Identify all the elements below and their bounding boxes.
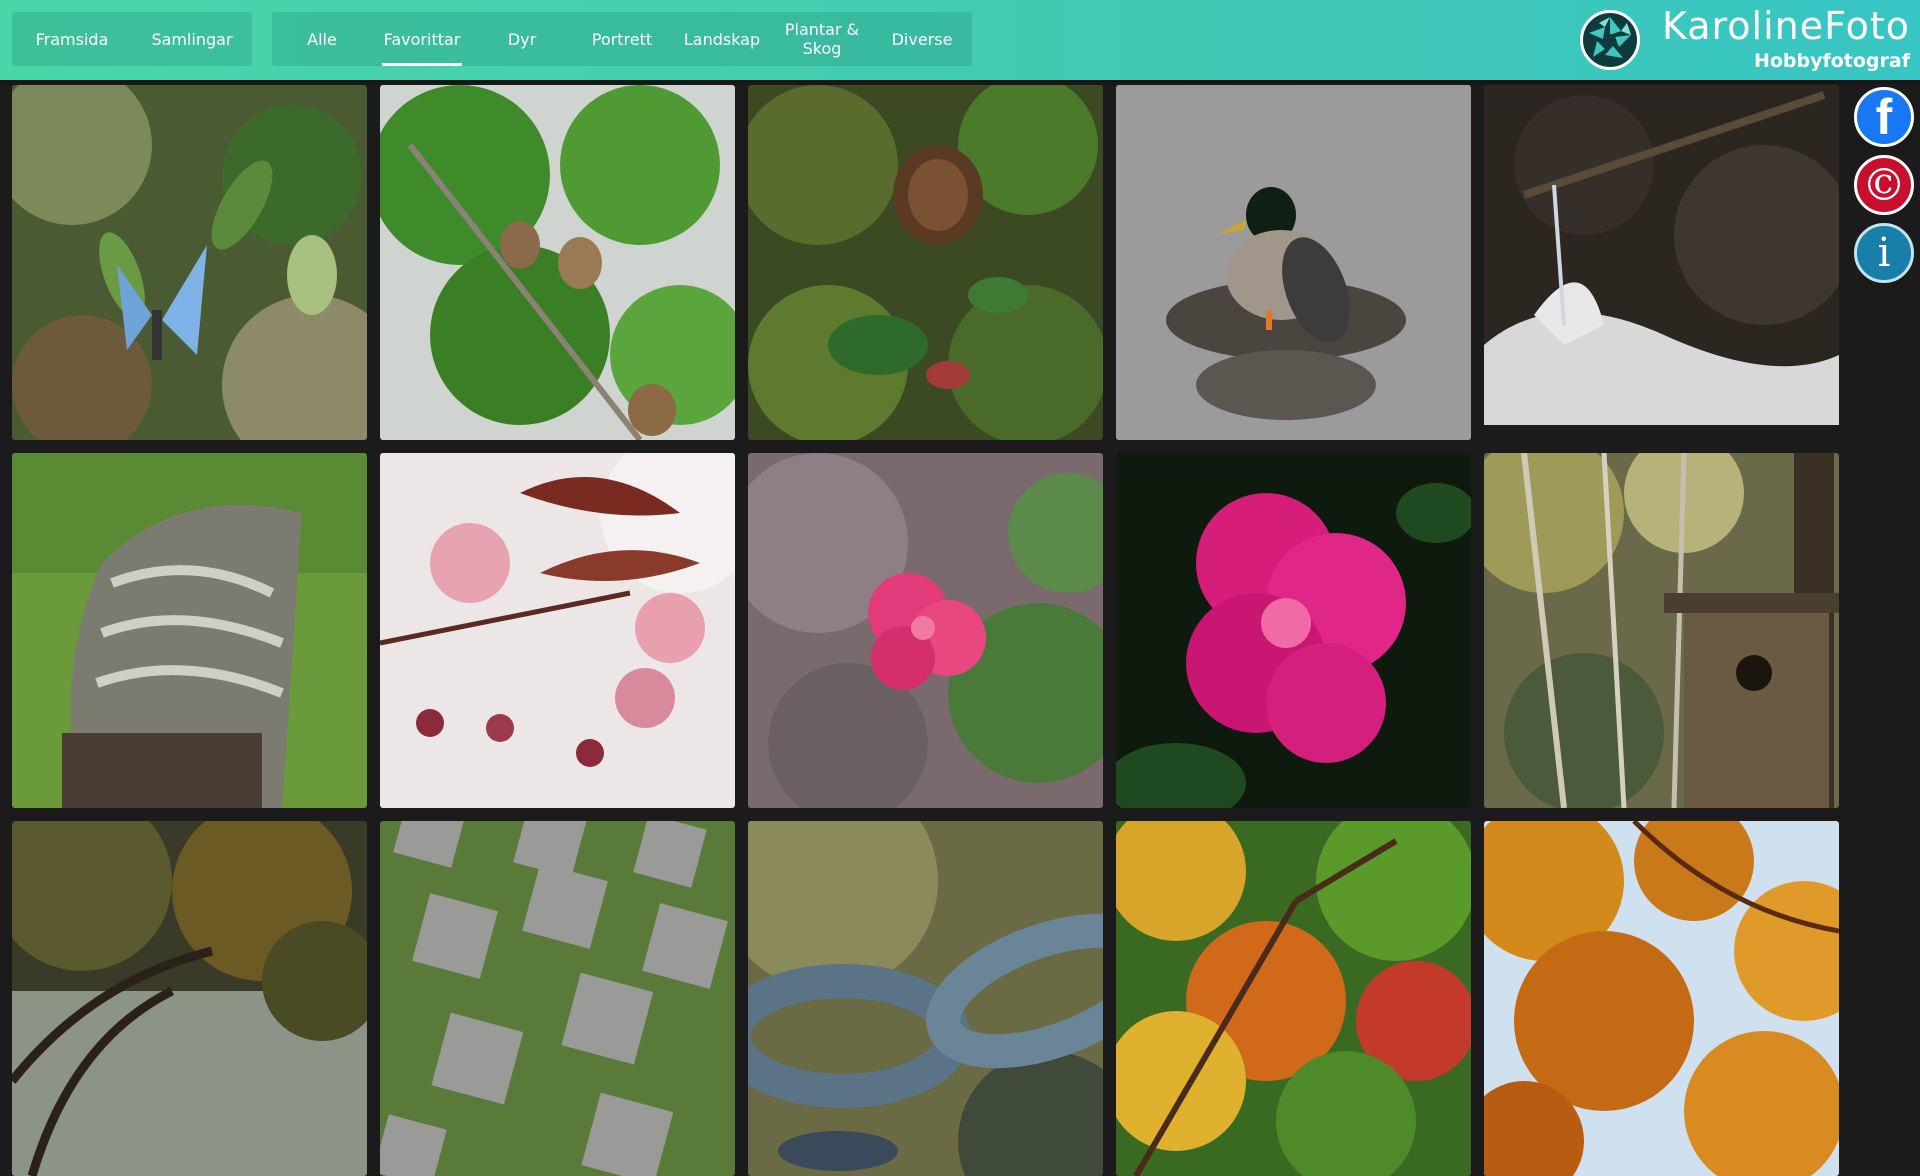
- facebook-icon[interactable]: f: [1854, 87, 1914, 147]
- photo-duck-on-rock[interactable]: [1116, 85, 1471, 440]
- photo-birdhouse[interactable]: [1484, 453, 1839, 808]
- tab-diverse[interactable]: Diverse: [872, 12, 972, 66]
- photo-tree-by-lake[interactable]: [12, 821, 367, 1176]
- photo-paving-moss[interactable]: [380, 821, 735, 1176]
- photo-waterfall[interactable]: [1484, 85, 1839, 440]
- category-nav: Alle Favorittar Dyr Portrett Landskap Pl…: [272, 12, 972, 66]
- primary-nav: Framsida Samlingar: [12, 12, 252, 66]
- tab-dyr[interactable]: Dyr: [472, 12, 572, 66]
- tab-favorittar[interactable]: Favorittar: [372, 12, 472, 66]
- photo-rhododendron[interactable]: [1116, 453, 1471, 808]
- nav-samlingar[interactable]: Samlingar: [132, 12, 252, 66]
- tab-alle[interactable]: Alle: [272, 12, 372, 66]
- site-subtitle: Hobbyfotograf: [1753, 50, 1910, 72]
- social-sidebar: f © i: [1852, 85, 1920, 291]
- photo-cherry-blossom[interactable]: [380, 453, 735, 808]
- photo-orange-canopy[interactable]: [1484, 821, 1839, 1176]
- photo-butterfly[interactable]: [12, 85, 367, 440]
- tab-plantar-skog[interactable]: Plantar & Skog: [772, 12, 872, 66]
- photo-autumn-leaves[interactable]: [1116, 821, 1471, 1176]
- tab-portrett[interactable]: Portrett: [572, 12, 672, 66]
- site-header: Framsida Samlingar Alle Favorittar Dyr P…: [0, 0, 1920, 80]
- site-title: KarolineFoto: [1661, 4, 1910, 48]
- photo-tree-stump[interactable]: [12, 453, 367, 808]
- info-icon[interactable]: i: [1854, 223, 1914, 283]
- photo-larch-cones[interactable]: [380, 85, 735, 440]
- brand-logo[interactable]: KarolineFoto Hobbyfotograf: [1580, 6, 1910, 76]
- camera-aperture-icon: [1580, 10, 1640, 70]
- photo-chain[interactable]: [748, 821, 1103, 1176]
- photo-pine-cone-forest-floor[interactable]: [748, 85, 1103, 440]
- copyright-icon[interactable]: ©: [1854, 155, 1914, 215]
- photo-grid: [12, 85, 1840, 1176]
- nav-framsida[interactable]: Framsida: [12, 12, 132, 66]
- tab-landskap[interactable]: Landskap: [672, 12, 772, 66]
- photo-pink-carnation[interactable]: [748, 453, 1103, 808]
